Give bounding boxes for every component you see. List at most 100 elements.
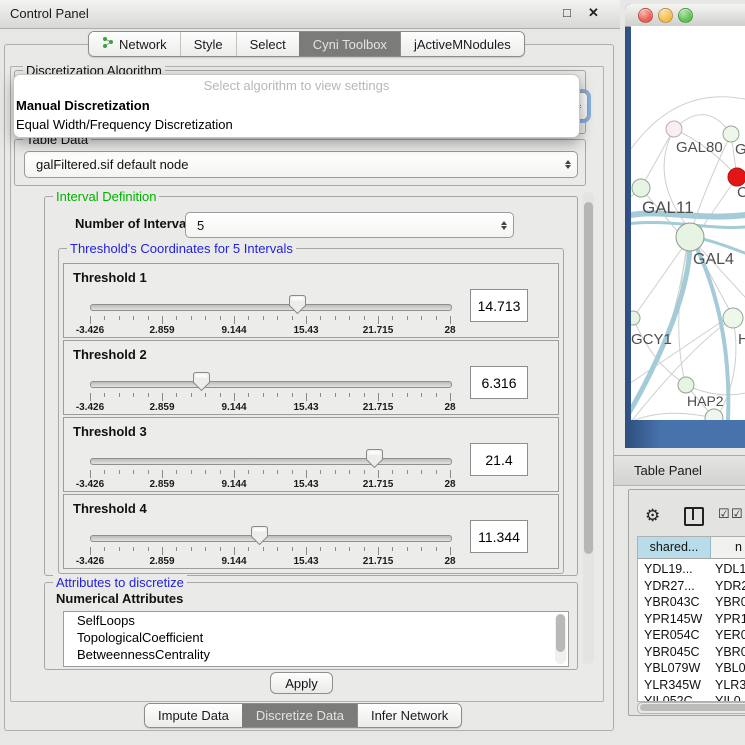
tab-cyni-toolbox[interactable]: Cyni Toolbox (299, 32, 400, 56)
close-icon[interactable]: ✕ (588, 5, 599, 21)
cell-name: YLR3 (715, 677, 745, 694)
table-horizontal-scrollbar[interactable] (637, 702, 745, 714)
tick-mark (392, 470, 393, 474)
column-header[interactable]: shared... (638, 537, 711, 559)
tab-jactivemnodules[interactable]: jActiveMNodules (400, 32, 524, 56)
tick-mark (220, 316, 221, 320)
cell-shared-name: YBL079W (644, 660, 700, 677)
minimize-traffic-light[interactable] (658, 8, 673, 23)
tick-mark (133, 470, 134, 474)
apply-button[interactable]: Apply (270, 672, 333, 694)
column-header[interactable]: n (711, 537, 745, 559)
threshold-value-field[interactable] (470, 366, 528, 399)
node-label: H (738, 331, 745, 348)
tick-mark (450, 470, 451, 478)
thresholds-group: Threshold's Coordinates for 5 Intervals … (58, 248, 564, 574)
slider-track[interactable] (90, 458, 452, 465)
tick-mark (292, 393, 293, 397)
table-row[interactable]: YBR045CYBR0 (638, 644, 745, 661)
network-node[interactable] (632, 179, 650, 197)
checkbox-icon[interactable]: ☑ (731, 507, 743, 521)
tick-mark (162, 547, 163, 555)
list-scrollbar[interactable] (555, 614, 566, 664)
table-row[interactable]: YBR043CYBR0 (638, 594, 745, 611)
tick-mark (162, 316, 163, 324)
table-row[interactable]: YIL052CYIL0 (638, 693, 745, 702)
tick-mark (292, 547, 293, 551)
cell-shared-name: YPR145W (644, 611, 702, 628)
gear-icon[interactable]: ⚙ (645, 507, 660, 524)
node-label: GAL11 (642, 198, 694, 217)
slider-track[interactable] (90, 535, 452, 542)
threshold-value-field[interactable] (470, 520, 528, 553)
top-tab-strip: Network Style Select Cyni Toolbox jActiveMNo… (88, 31, 525, 57)
threshold-row: Threshold 4-3.4262.8599.14415.4321.71528 (63, 494, 559, 569)
tab-discretize-data[interactable]: Discretize Data (242, 704, 357, 727)
tick-mark (104, 393, 105, 397)
panel-scrollbar[interactable] (583, 192, 594, 664)
tab-label: Cyni Toolbox (313, 37, 387, 52)
network-node[interactable] (666, 121, 682, 137)
close-traffic-light[interactable] (638, 8, 653, 23)
table-row[interactable]: YPR145WYPR1 (638, 611, 745, 628)
cell-name: YER0 (715, 627, 745, 644)
network-canvas[interactable]: GAL80GACGAL11GAL4GCY1HHAP2 (631, 26, 745, 420)
table-row[interactable]: YDL19...YDL1 (638, 561, 745, 578)
number-of-intervals-select[interactable]: 5 (185, 212, 514, 238)
table-row[interactable]: YLR345WYLR3 (638, 677, 745, 694)
group-title-attributes: Attributes to discretize (53, 575, 187, 590)
table-row[interactable]: YER054CYER0 (638, 627, 745, 644)
tick-mark (392, 393, 393, 397)
split-column-icon[interactable] (684, 507, 704, 526)
cell-shared-name: YIL052C (644, 693, 693, 702)
tick-mark (320, 393, 321, 397)
tick-mark (119, 547, 120, 551)
threshold-value-field[interactable] (470, 443, 528, 476)
tab-label: Style (194, 37, 223, 52)
checkbox-icon[interactable]: ☑ (718, 507, 730, 521)
slider-track[interactable] (90, 304, 452, 311)
cell-name: YBL0 (715, 660, 745, 677)
attribute-list-item[interactable]: SelfLoops (64, 612, 568, 629)
tick-mark (392, 547, 393, 551)
attribute-list-item[interactable]: TopologicalCoefficient (64, 629, 568, 646)
tick-mark (220, 393, 221, 397)
slider-thumb[interactable] (251, 526, 268, 545)
table-data-select[interactable]: galFiltered.sif default node (24, 151, 578, 178)
tick-mark (90, 316, 91, 324)
tick-mark (104, 470, 105, 474)
tab-network[interactable]: Network (89, 32, 180, 56)
network-node[interactable] (678, 377, 694, 393)
dropdown-option[interactable]: Manual Discretization (14, 96, 579, 115)
tick-mark (349, 547, 350, 551)
tick-mark (90, 547, 91, 555)
slider-thumb[interactable] (193, 372, 210, 391)
network-node[interactable] (676, 223, 704, 251)
tab-select[interactable]: Select (236, 32, 299, 56)
tab-impute-data[interactable]: Impute Data (145, 704, 242, 727)
group-title-interval-definition: Interval Definition (53, 189, 159, 204)
attribute-list-item[interactable]: BetweennessCentrality (64, 646, 568, 663)
scrollbar-thumb[interactable] (556, 614, 565, 652)
scrollbar-thumb[interactable] (584, 202, 593, 554)
slider-track[interactable] (90, 381, 452, 388)
numerical-attributes-list[interactable]: SelfLoopsTopologicalCoefficientBetweenne… (63, 611, 569, 667)
tick-mark (335, 470, 336, 474)
slider-thumb[interactable] (366, 449, 383, 468)
network-node[interactable] (723, 308, 743, 328)
tick-mark (450, 393, 451, 401)
tick-mark (335, 393, 336, 397)
dropdown-option[interactable]: Equal Width/Frequency Discretization (14, 115, 579, 134)
network-node[interactable] (631, 311, 640, 325)
tick-mark (148, 547, 149, 551)
float-window-icon[interactable]: □ (563, 5, 571, 21)
scrollbar-thumb[interactable] (640, 704, 745, 711)
tab-style[interactable]: Style (180, 32, 236, 56)
tab-infer-network[interactable]: Infer Network (357, 704, 461, 727)
table-row[interactable]: YBL079W YBL0 (638, 660, 745, 677)
network-node[interactable] (723, 126, 739, 142)
slider-thumb[interactable] (289, 295, 306, 314)
zoom-traffic-light[interactable] (678, 8, 693, 23)
table-row[interactable]: YDR27...YDR2 (638, 578, 745, 595)
threshold-value-field[interactable] (470, 289, 528, 322)
